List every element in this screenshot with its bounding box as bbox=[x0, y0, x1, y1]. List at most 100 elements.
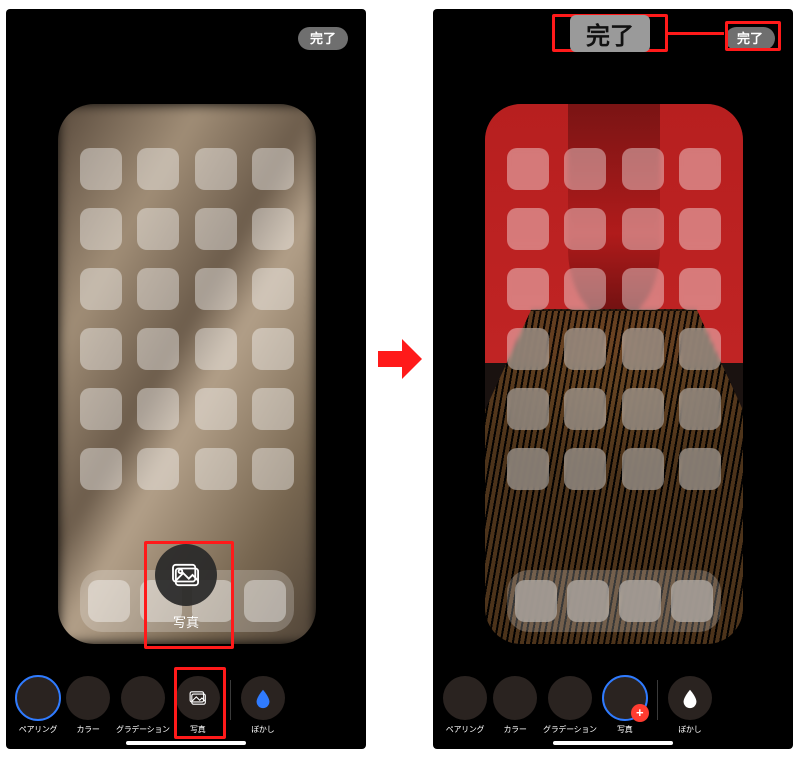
done-button[interactable]: 完了 bbox=[725, 27, 775, 50]
phone-right: 完了 ペアリング bbox=[433, 9, 793, 749]
app-icon bbox=[80, 448, 122, 490]
arrow-icon bbox=[375, 337, 425, 421]
app-icon bbox=[252, 388, 294, 430]
app-icon bbox=[515, 580, 557, 622]
photos-icon: + bbox=[603, 676, 647, 720]
app-icon bbox=[80, 328, 122, 370]
app-icon bbox=[679, 388, 721, 430]
home-indicator[interactable] bbox=[553, 741, 673, 745]
app-icon bbox=[137, 388, 179, 430]
app-icon bbox=[252, 328, 294, 370]
option-gradient[interactable]: グラデーション bbox=[116, 676, 170, 735]
app-icon bbox=[507, 208, 549, 250]
dock bbox=[507, 570, 721, 632]
photo-popup[interactable]: 写真 bbox=[145, 544, 227, 631]
option-label: カラー bbox=[76, 724, 99, 735]
option-label: ぼかし bbox=[678, 724, 701, 735]
app-icon bbox=[679, 208, 721, 250]
color-icon bbox=[493, 676, 537, 720]
option-label: ペアリング bbox=[19, 724, 58, 735]
app-icon bbox=[679, 328, 721, 370]
option-color[interactable]: カラー bbox=[66, 676, 110, 735]
app-icon bbox=[564, 268, 606, 310]
option-label: グラデーション bbox=[116, 724, 170, 735]
wallpaper-preview[interactable] bbox=[485, 104, 743, 644]
app-icon bbox=[679, 448, 721, 490]
option-photo[interactable]: + 写真 bbox=[603, 676, 647, 735]
app-icon bbox=[679, 148, 721, 190]
option-color[interactable]: カラー bbox=[493, 676, 537, 735]
app-icon bbox=[622, 268, 664, 310]
option-separator bbox=[230, 680, 231, 720]
home-screen-overlay bbox=[485, 104, 743, 644]
app-icon bbox=[507, 268, 549, 310]
app-icon bbox=[252, 448, 294, 490]
phone-left: 完了 写真 bbox=[6, 9, 366, 749]
photos-icon bbox=[155, 544, 217, 606]
option-label: ぼかし bbox=[251, 724, 274, 735]
option-label: グラデーション bbox=[543, 724, 597, 735]
app-icon bbox=[137, 328, 179, 370]
app-icon bbox=[679, 268, 721, 310]
app-icon bbox=[137, 148, 179, 190]
color-icon bbox=[66, 676, 110, 720]
app-icon bbox=[80, 388, 122, 430]
app-icon bbox=[80, 208, 122, 250]
app-icon bbox=[507, 148, 549, 190]
app-icon bbox=[137, 448, 179, 490]
app-icon bbox=[622, 208, 664, 250]
app-icon bbox=[564, 448, 606, 490]
app-icon bbox=[507, 448, 549, 490]
option-separator bbox=[657, 680, 658, 720]
app-icon bbox=[195, 328, 237, 370]
option-gradient[interactable]: グラデーション bbox=[543, 676, 597, 735]
option-label: 写真 bbox=[617, 724, 632, 735]
app-rows bbox=[507, 148, 721, 490]
app-icon bbox=[564, 208, 606, 250]
app-icon bbox=[622, 328, 664, 370]
app-rows bbox=[80, 148, 294, 490]
app-icon bbox=[252, 268, 294, 310]
app-icon bbox=[195, 208, 237, 250]
style-option-row: ペアリング カラー グラデーション 写真 ぼかし bbox=[6, 676, 366, 735]
app-icon bbox=[195, 268, 237, 310]
app-icon bbox=[507, 328, 549, 370]
gradient-icon bbox=[121, 676, 165, 720]
app-icon bbox=[88, 580, 130, 622]
app-icon bbox=[252, 148, 294, 190]
option-blur[interactable]: ぼかし bbox=[241, 676, 285, 735]
app-icon bbox=[137, 208, 179, 250]
option-label: ペアリング bbox=[446, 724, 485, 735]
app-icon bbox=[564, 328, 606, 370]
gradient-icon bbox=[548, 676, 592, 720]
app-icon bbox=[195, 388, 237, 430]
pairing-icon bbox=[16, 676, 60, 720]
option-label: 写真 bbox=[190, 724, 205, 735]
plus-badge-icon: + bbox=[631, 704, 649, 722]
app-icon bbox=[507, 388, 549, 430]
app-icon bbox=[244, 580, 286, 622]
option-pairing[interactable]: ペアリング bbox=[16, 676, 60, 735]
app-icon bbox=[671, 580, 713, 622]
app-icon bbox=[564, 388, 606, 430]
home-indicator[interactable] bbox=[126, 741, 246, 745]
app-icon bbox=[252, 208, 294, 250]
photos-icon bbox=[176, 676, 220, 720]
tutorial-stage: 完了 写真 bbox=[0, 0, 799, 758]
app-icon bbox=[567, 580, 609, 622]
app-icon bbox=[619, 580, 661, 622]
option-label: カラー bbox=[503, 724, 526, 735]
app-icon bbox=[80, 268, 122, 310]
photo-popup-label: 写真 bbox=[145, 612, 227, 631]
done-button[interactable]: 完了 bbox=[298, 27, 348, 50]
option-photo[interactable]: 写真 bbox=[176, 676, 220, 735]
style-option-row: ペアリング カラー グラデーション + 写真 ぼかし bbox=[433, 676, 793, 735]
option-pairing[interactable]: ペアリング bbox=[443, 676, 487, 735]
app-icon bbox=[622, 148, 664, 190]
app-icon bbox=[622, 448, 664, 490]
app-icon bbox=[622, 388, 664, 430]
pairing-icon bbox=[443, 676, 487, 720]
app-icon bbox=[137, 268, 179, 310]
option-blur[interactable]: ぼかし bbox=[668, 676, 712, 735]
app-icon bbox=[195, 448, 237, 490]
